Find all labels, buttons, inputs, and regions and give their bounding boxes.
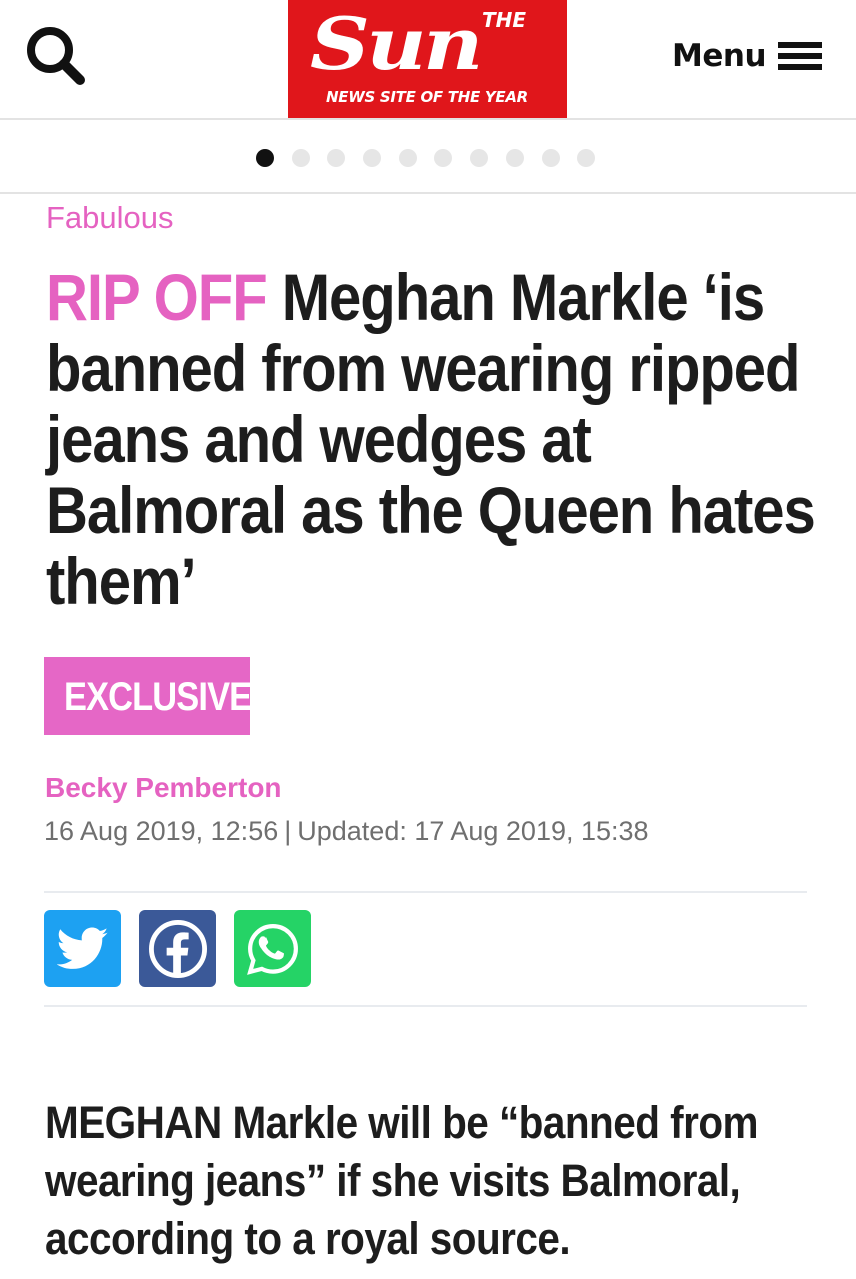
hamburger-icon [778, 42, 823, 70]
logo-the-text: THE [482, 8, 527, 32]
divider-top [44, 891, 807, 893]
exclusive-badge-label: EXCLUSIVE [64, 675, 252, 719]
pager-dot[interactable] [470, 149, 489, 167]
pager-dot[interactable] [327, 149, 346, 167]
search-button[interactable] [22, 22, 88, 88]
logo-tagline: NEWS SITE OF THE YEAR [326, 88, 528, 106]
pager-dots [256, 148, 613, 168]
the-sun-logo[interactable]: THE Sun NEWS SITE OF THE YEAR [288, 0, 567, 118]
date-separator: | [284, 816, 292, 846]
search-icon [27, 27, 85, 85]
article-standfirst: MEGHAN Markle will be “banned from weari… [45, 1097, 759, 1264]
published-date: 16 Aug 2019, 12:56 [44, 816, 279, 846]
whatsapp-icon [246, 923, 298, 975]
pager-dot[interactable] [256, 149, 274, 167]
pager-dot[interactable] [505, 149, 524, 167]
pager-dot[interactable] [363, 149, 382, 167]
share-whatsapp-button[interactable] [234, 910, 311, 987]
author-link[interactable]: Becky Pemberton [45, 772, 282, 804]
exclusive-badge: EXCLUSIVE [44, 657, 252, 735]
pager-dot[interactable] [398, 149, 417, 167]
menu-label: Menu [672, 38, 767, 74]
section-label[interactable]: Fabulous [46, 200, 174, 236]
dateline: 16 Aug 2019, 12:56 | Updated: 17 Aug 2019,… [44, 816, 649, 847]
menu-button[interactable]: Menu [672, 34, 832, 78]
share-twitter-button[interactable] [44, 910, 121, 987]
twitter-icon [56, 927, 108, 969]
carousel-pager [0, 120, 856, 194]
updated-date: Updated: 17 Aug 2019, 15:38 [297, 816, 649, 846]
pager-dot[interactable] [434, 149, 453, 167]
share-facebook-button[interactable] [139, 910, 216, 987]
logo-sun-text: Sun [310, 1, 483, 86]
divider-bottom [44, 1005, 807, 1007]
site-header: THE Sun NEWS SITE OF THE YEAR Menu [0, 0, 856, 120]
headline-kicker: RIP OFF [46, 260, 268, 334]
pager-dot[interactable] [291, 149, 310, 167]
facebook-icon [148, 919, 207, 978]
pager-dot[interactable] [577, 149, 596, 167]
pager-dot[interactable] [541, 149, 560, 167]
article-headline: RIP OFF Meghan Markle ‘is banned from we… [46, 262, 826, 617]
